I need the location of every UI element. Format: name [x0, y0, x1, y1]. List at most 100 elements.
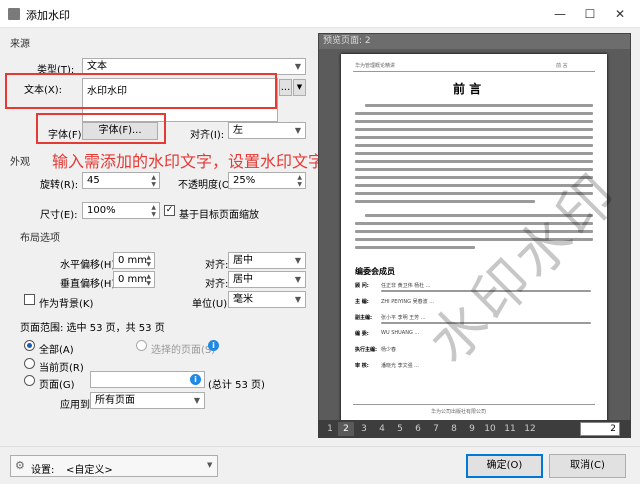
cancel-button[interactable]: 取消(C): [549, 454, 626, 478]
preview-header: 预览页面: 2: [319, 34, 630, 49]
all-pages-radio[interactable]: [24, 340, 35, 351]
preview-pane: 预览页面: 2 华为管理概论精讲 前 言 前 言 编委会成员 顾 问: 任正非 …: [318, 33, 632, 438]
editor-names: 杨少春: [381, 347, 397, 353]
page-navigator: 1 2 3 4 5 6 7 8 9 10 11 12 2: [318, 420, 631, 438]
unit-label: 单位(U):: [192, 299, 231, 310]
unit-value: 毫米: [233, 294, 253, 305]
rotation-label: 旋转(R):: [40, 180, 79, 191]
preview-page: 华为管理概论精讲 前 言 前 言 编委会成员 顾 问: 任正非 黄卫伟 杨杜 .…: [341, 54, 632, 424]
layout-group-label: 布局选项: [20, 233, 60, 244]
editor-names: 任正非 黄卫伟 杨杜 ...: [381, 283, 431, 289]
spin-up-icon[interactable]: ▲: [146, 273, 151, 280]
background-checkbox-label: 作为背景(K): [39, 299, 94, 310]
pages-input[interactable]: [90, 371, 205, 388]
page-button[interactable]: 4: [374, 422, 390, 436]
page-button[interactable]: 8: [446, 422, 462, 436]
page-button[interactable]: 5: [392, 422, 408, 436]
editor-label: 执行主编:: [355, 347, 377, 353]
size-label: 尺寸(E):: [40, 210, 78, 221]
spin-down-icon[interactable]: ▼: [151, 211, 156, 218]
current-page-radio[interactable]: [24, 358, 35, 369]
maximize-icon[interactable]: ☐: [578, 4, 602, 24]
editor-names: 潘晓光 李文强 ...: [381, 363, 419, 369]
rotation-spinner[interactable]: 45 ▲ ▼: [82, 172, 160, 189]
page-button[interactable]: 7: [428, 422, 444, 436]
appearance-group-label: 外观: [10, 157, 30, 168]
background-checkbox[interactable]: [24, 294, 35, 305]
pages-label: 页面(G): [39, 380, 75, 391]
apply-to-select[interactable]: 所有页面 ▼: [90, 392, 205, 409]
h-offset-spinner[interactable]: 0 mm ▲ ▼: [113, 252, 155, 269]
close-icon[interactable]: ✕: [608, 4, 632, 24]
page-header-right: 前 言: [556, 63, 568, 69]
rotation-value: 45: [87, 175, 100, 186]
h-align-label: 对齐:: [205, 260, 229, 271]
settings-gear-icon: ⚙: [15, 459, 25, 472]
spin-up-icon[interactable]: ▲: [297, 174, 302, 181]
h-offset-label: 水平偏移(H):: [60, 260, 119, 271]
v-offset-label: 垂直偏移(H):: [60, 279, 119, 290]
minimize-icon[interactable]: —: [548, 4, 572, 24]
v-offset-spinner[interactable]: 0 mm ▲ ▼: [113, 271, 155, 288]
page-number-input[interactable]: 2: [580, 422, 620, 436]
info-icon[interactable]: i: [190, 374, 201, 385]
chevron-down-icon: ▼: [294, 62, 301, 71]
v-align-select[interactable]: 居中 ▼: [228, 271, 306, 288]
scale-checkbox[interactable]: ✓: [164, 205, 175, 216]
h-offset-value: 0 mm: [118, 255, 148, 266]
current-page-label: 当前页(R): [39, 363, 84, 374]
chevron-down-icon: ▼: [294, 256, 301, 265]
align-value: 左: [233, 125, 243, 136]
font-highlight-box: [36, 113, 166, 144]
ok-button[interactable]: 确定(O): [466, 454, 543, 478]
more-options-button[interactable]: ...: [279, 79, 292, 96]
pages-radio[interactable]: [24, 375, 35, 386]
spin-down-icon[interactable]: ▼: [146, 280, 151, 287]
spin-down-icon[interactable]: ▼: [151, 181, 156, 188]
page-footer: 华为公司出版社有限公司: [431, 409, 487, 415]
page-button-current[interactable]: 2: [338, 422, 354, 436]
settings-combo[interactable]: ⚙ 设置: <自定义> ▼: [10, 455, 218, 477]
v-align-value: 居中: [233, 274, 253, 285]
editor-label: 顾 问:: [355, 283, 369, 289]
page-button[interactable]: 9: [464, 422, 480, 436]
page-button[interactable]: 6: [410, 422, 426, 436]
source-group-label: 来源: [10, 39, 30, 50]
scale-checkbox-label: 基于目标页面缩放: [179, 210, 259, 221]
page-range-heading: 页面范围: 选中 53 页，共 53 页: [20, 323, 165, 334]
text-highlight-box: [5, 73, 277, 109]
total-pages-label: (总计 53 页): [208, 380, 265, 391]
page-button[interactable]: 3: [356, 422, 372, 436]
chevron-down-icon[interactable]: ▼: [293, 79, 306, 96]
opacity-spinner[interactable]: 25% ▲ ▼: [228, 172, 306, 189]
spin-down-icon[interactable]: ▼: [146, 261, 151, 268]
spin-down-icon[interactable]: ▼: [297, 181, 302, 188]
title-bar: 添加水印 — ☐ ✕: [0, 0, 640, 28]
selected-pages-label: 选择的页面(S): [151, 345, 216, 356]
selected-pages-radio[interactable]: [136, 340, 147, 351]
v-align-label: 对齐:: [205, 279, 229, 290]
h-align-select[interactable]: 居中 ▼: [228, 252, 306, 269]
page-button[interactable]: 11: [502, 422, 518, 436]
chevron-down-icon: ▼: [207, 461, 213, 469]
page-heading: 前 言: [453, 82, 482, 96]
size-spinner[interactable]: 100% ▲ ▼: [82, 202, 160, 219]
info-icon[interactable]: i: [208, 340, 219, 351]
align-select[interactable]: 左 ▼: [228, 122, 306, 139]
spin-up-icon[interactable]: ▲: [146, 254, 151, 261]
page-button[interactable]: 12: [522, 422, 538, 436]
unit-select[interactable]: 毫米 ▼: [228, 291, 306, 308]
page-button[interactable]: 1: [322, 422, 338, 436]
all-pages-label: 全部(A): [39, 345, 74, 356]
settings-label: 设置:: [31, 465, 55, 476]
annotation-text: 输入需添加的水印文字，设置水印文字字体: [52, 152, 357, 171]
chevron-down-icon: ▼: [294, 126, 301, 135]
editor-label: 副主编:: [355, 315, 372, 321]
spin-up-icon[interactable]: ▲: [151, 174, 156, 181]
page-button[interactable]: 10: [482, 422, 498, 436]
app-icon: [8, 8, 20, 20]
spin-up-icon[interactable]: ▲: [151, 204, 156, 211]
chevron-down-icon: ▼: [294, 295, 301, 304]
editor-label: 审 核:: [355, 363, 369, 369]
chevron-down-icon: ▼: [193, 396, 200, 405]
